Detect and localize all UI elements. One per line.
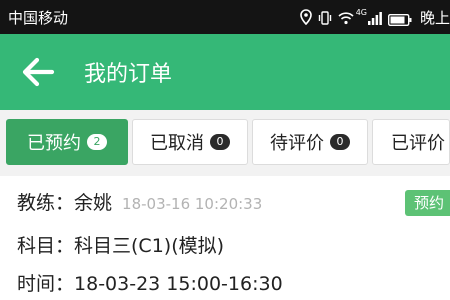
tab-label: 已评价 <box>391 133 445 154</box>
time-value: 18-03-23 15:00-16:30 <box>74 273 283 295</box>
tab-label: 已取消 <box>150 133 204 154</box>
time-label: 时间： <box>17 273 75 295</box>
location-icon <box>299 9 312 26</box>
network-type-label: 4G <box>355 7 367 17</box>
app-bar: 我的订单 <box>0 34 450 110</box>
status-badge: 预约 <box>405 190 450 216</box>
battery-icon <box>387 11 412 27</box>
order-card[interactable]: 教练：余姚 18-03-16 10:20:33 预约 科目：科目三(C1)(模拟)… <box>0 176 450 300</box>
carrier-label: 中国移动 <box>8 9 69 27</box>
tab-booked[interactable]: 已预约 2 <box>6 119 128 165</box>
subject-row: 科目：科目三(C1)(模拟) <box>17 231 224 258</box>
count-badge: 0 <box>210 134 230 150</box>
page-title: 我的订单 <box>84 62 173 87</box>
coach-label: 教练： <box>17 192 75 214</box>
subject-label: 科目： <box>17 235 75 257</box>
tab-label: 已预约 <box>27 133 81 154</box>
clock-label: 晚上 <box>419 8 450 27</box>
wifi-icon <box>338 10 354 25</box>
status-bar: 中国移动 4G 晚上 <box>0 0 450 34</box>
count-badge: 2 <box>87 134 107 150</box>
back-button[interactable] <box>18 52 58 92</box>
tab-cancelled[interactable]: 已取消 0 <box>132 119 248 165</box>
order-status-tabs: 已预约 2 已取消 0 待评价 0 已评价 <box>0 110 450 172</box>
booked-timestamp: 18-03-16 10:20:33 <box>122 195 263 213</box>
vibrate-icon <box>318 10 332 25</box>
count-badge: 0 <box>330 134 350 150</box>
tab-reviewed[interactable]: 已评价 <box>372 119 450 165</box>
time-row: 时间：18-03-23 15:00-16:30 <box>17 269 283 296</box>
coach-name: 余姚 <box>74 192 113 214</box>
tab-label: 待评价 <box>270 133 324 154</box>
tab-pending-review[interactable]: 待评价 0 <box>252 119 368 165</box>
coach-row: 教练：余姚 18-03-16 10:20:33 <box>17 188 262 215</box>
status-icons: 4G 晚上 <box>299 7 450 27</box>
arrow-left-icon <box>18 57 58 96</box>
signal-icon <box>367 10 382 25</box>
subject-value: 科目三(C1)(模拟) <box>74 235 225 257</box>
